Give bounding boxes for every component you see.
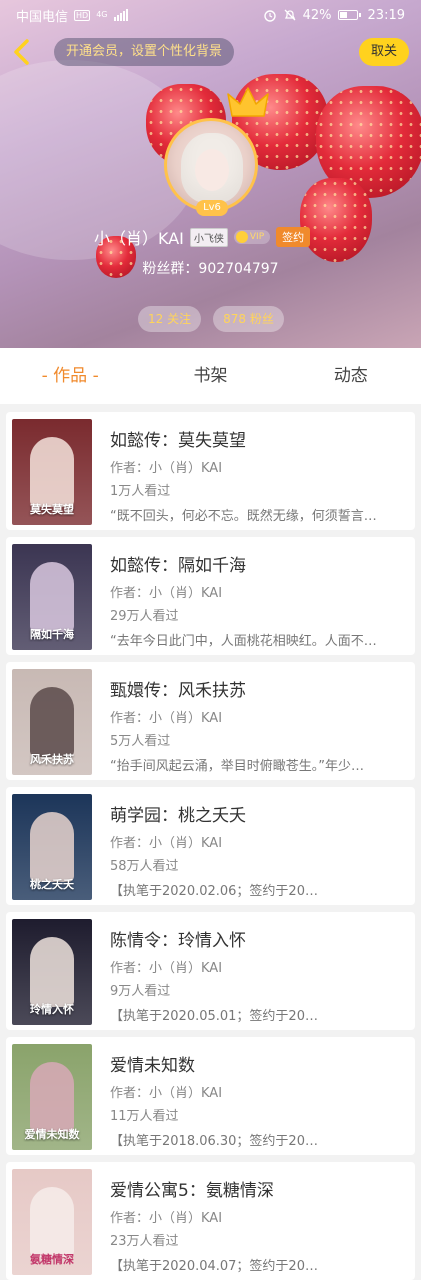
book-description: 【执笔于2018.06.30；签约于20… (110, 1134, 318, 1149)
vip-label: VIP (249, 232, 265, 242)
following-count[interactable]: 12 关注 (138, 306, 202, 332)
battery-icon (337, 10, 361, 20)
cover-title: 风禾扶苏 (30, 753, 74, 766)
book-description: 【执笔于2020.02.06；签约于20… (110, 884, 318, 899)
vip-background-prompt[interactable]: 开通会员，设置个性化背景 (54, 38, 235, 66)
book-title: 陈情令：玲情入怀 (110, 931, 246, 951)
title-badge: 小飞侠 (189, 227, 228, 247)
signed-badge: 签约 (276, 227, 311, 247)
cover-title: 氨糖情深 (30, 1253, 74, 1266)
list-item[interactable]: 爱情未知数 爱情未知数 作者：小（肖）KAI 11万人看过 【执笔于2018.0… (6, 1037, 415, 1155)
tab-bookshelf[interactable]: 书架 (140, 348, 280, 404)
vip-coin-icon (235, 231, 248, 243)
chevron-left-icon (14, 39, 29, 65)
book-description: 【执笔于2020.05.01；签约于20… (110, 1009, 318, 1024)
book-cover: 隔如千海 (12, 544, 92, 650)
works-list: 莫失莫望 如懿传：莫失莫望 作者：小（肖）KAI 1万人看过 “既不回头，何必不… (6, 412, 415, 1280)
book-author: 作者：小（肖）KAI (110, 1086, 223, 1101)
book-views: 58万人看过 (110, 859, 179, 874)
book-cover: 莫失莫望 (12, 419, 92, 525)
book-cover: 风禾扶苏 (12, 669, 92, 775)
book-views: 5万人看过 (110, 734, 171, 749)
book-views: 29万人看过 (110, 609, 179, 624)
book-title: 甄嬛传：风禾扶苏 (110, 681, 246, 701)
book-author: 作者：小（肖）KAI (110, 961, 223, 976)
list-item[interactable]: 桃之夭夭 萌学园：桃之夭夭 作者：小（肖）KAI 58万人看过 【执笔于2020… (6, 787, 415, 905)
book-author: 作者：小（肖）KAI (110, 711, 223, 726)
alarm-icon (263, 10, 276, 22)
list-item[interactable]: 氨糖情深 爱情公寓5：氨糖情深 作者：小（肖）KAI 23万人看过 【执笔于20… (6, 1162, 415, 1280)
profile-name: 小（肖）KAI (94, 229, 184, 248)
profile-tabs: - 作品 - 书架 动态 (0, 348, 421, 404)
mute-bell-icon (284, 9, 296, 21)
cover-title: 玲情入怀 (30, 1003, 74, 1016)
book-title: 爱情公寓5：氨糖情深 (110, 1181, 274, 1201)
cover-title: 爱情未知数 (24, 1128, 80, 1141)
cover-title: 桃之夭夭 (30, 878, 74, 891)
hd-icon: HD (74, 9, 91, 21)
book-title: 萌学园：桃之夭夭 (110, 806, 246, 826)
book-description: “抬手间风起云涌，举目时俯瞰苍生。”年少… (110, 759, 364, 774)
list-item[interactable]: 隔如千海 如懿传：隔如千海 作者：小（肖）KAI 29万人看过 “去年今日此门中… (6, 537, 415, 655)
book-views: 1万人看过 (110, 484, 171, 499)
book-title: 爱情未知数 (110, 1056, 195, 1076)
clock: 23:19 (367, 7, 405, 23)
book-author: 作者：小（肖）KAI (110, 1211, 223, 1226)
cover-title: 莫失莫望 (30, 503, 74, 516)
book-author: 作者：小（肖）KAI (110, 461, 223, 476)
tab-works[interactable]: - 作品 - (0, 348, 140, 404)
list-item[interactable]: 莫失莫望 如懿传：莫失莫望 作者：小（肖）KAI 1万人看过 “既不回头，何必不… (6, 412, 415, 530)
book-author: 作者：小（肖）KAI (110, 586, 223, 601)
level-badge: Lv6 (196, 200, 228, 216)
profile-name-row: 小（肖）KAI 小飞侠 VIP 签约 (94, 226, 311, 248)
status-bar: 中国电信 HD 4G 42% 23:19 (0, 0, 421, 30)
book-views: 9万人看过 (110, 984, 171, 999)
fans-group: 粉丝群：902704797 (142, 261, 279, 277)
tab-activity[interactable]: 动态 (281, 348, 421, 404)
cover-title: 隔如千海 (30, 628, 74, 641)
book-cover: 玲情入怀 (12, 919, 92, 1025)
book-title: 如懿传：隔如千海 (110, 556, 246, 576)
book-cover: 桃之夭夭 (12, 794, 92, 900)
book-cover: 爱情未知数 (12, 1044, 92, 1150)
book-description: “去年今日此门中，人面桃花相映红。人面不… (110, 634, 377, 649)
book-description: 【执笔于2020.04.07；签约于20… (110, 1259, 318, 1274)
strawberry-decoration (300, 178, 372, 262)
signal-icon (113, 9, 128, 21)
follow-stats: 12 关注 878 粉丝 (138, 306, 284, 332)
book-views: 23万人看过 (110, 1234, 179, 1249)
back-button[interactable] (10, 38, 34, 66)
vip-badge: VIP (233, 230, 271, 244)
profile-header: 中国电信 HD 4G 42% 23:19 开通会员，设置个性化背景 取关 Lv6… (0, 0, 421, 348)
book-title: 如懿传：莫失莫望 (110, 431, 246, 451)
carrier-label: 中国电信 (16, 9, 69, 25)
book-description: “既不回头，何必不忘。既然无缘，何须誓言… (110, 509, 377, 524)
followers-count[interactable]: 878 粉丝 (213, 306, 284, 332)
book-author: 作者：小（肖）KAI (110, 836, 223, 851)
network-label: 4G (96, 10, 108, 19)
book-cover: 氨糖情深 (12, 1169, 92, 1275)
crown-icon (227, 87, 269, 117)
book-views: 11万人看过 (110, 1109, 179, 1124)
avatar[interactable] (164, 118, 258, 212)
unfollow-button[interactable]: 取关 (359, 38, 409, 66)
battery-percent: 42% (302, 7, 332, 23)
list-item[interactable]: 玲情入怀 陈情令：玲情入怀 作者：小（肖）KAI 9万人看过 【执笔于2020.… (6, 912, 415, 1030)
list-item[interactable]: 风禾扶苏 甄嬛传：风禾扶苏 作者：小（肖）KAI 5万人看过 “抬手间风起云涌，… (6, 662, 415, 780)
